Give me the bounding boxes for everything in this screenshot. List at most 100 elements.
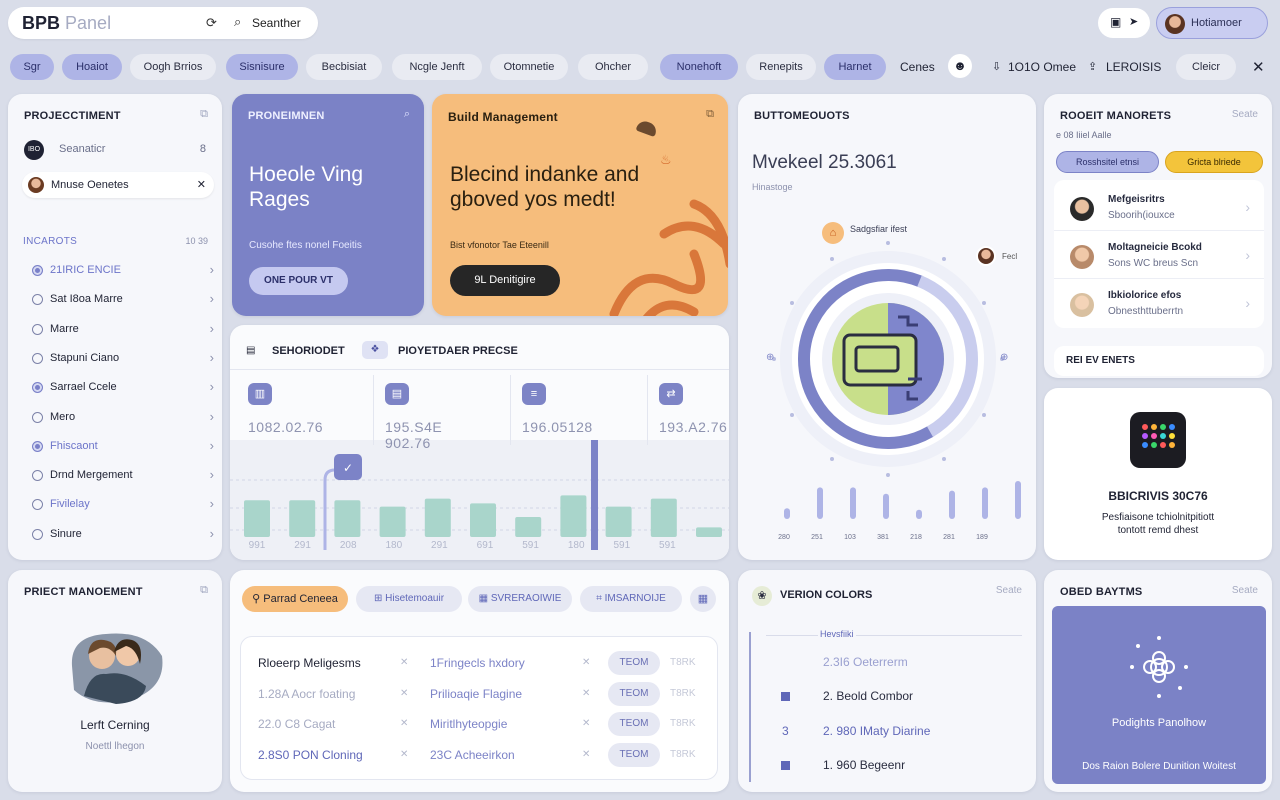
sidebar-item[interactable]: Sat I8oa Marre › bbox=[24, 286, 218, 312]
tab-3[interactable]: Sisnisure bbox=[226, 54, 298, 80]
flame-icon: ♨ bbox=[660, 152, 672, 167]
status-badge[interactable]: TEOM bbox=[608, 742, 660, 767]
tab-2[interactable]: Oogh Brrios bbox=[130, 54, 216, 80]
filter-button-2[interactable]: Gricta blriede bbox=[1165, 151, 1263, 173]
sidebar-item-label: Marre bbox=[50, 322, 79, 335]
list-item[interactable]: Mefgeisritrs Sboorih(iouxce › bbox=[1054, 185, 1264, 231]
ops-label: Podights Panolhow bbox=[1111, 717, 1207, 729]
list-row[interactable]: IBO Seanaticr 8 bbox=[16, 138, 214, 162]
sidebar-item[interactable]: Sarrael Ccele › bbox=[24, 374, 218, 400]
expand-icon[interactable]: ⧉ bbox=[200, 108, 208, 121]
remove-icon[interactable]: ✕ bbox=[582, 651, 590, 675]
toolbar-text-2[interactable]: 1O1O Omee bbox=[1008, 60, 1076, 74]
remove-icon[interactable]: ✕ bbox=[400, 743, 408, 767]
toolbar-text-3[interactable]: LEROISIS bbox=[1106, 60, 1161, 74]
tab-8[interactable]: Nonehoft bbox=[660, 54, 738, 80]
check-icon: ✓ bbox=[343, 461, 353, 475]
remove-icon[interactable]: ✕ bbox=[400, 682, 408, 706]
row-label: Seanaticr bbox=[59, 143, 106, 155]
tab-1[interactable]: Hoaiot bbox=[62, 54, 122, 80]
remove-icon[interactable]: ✕ bbox=[582, 712, 590, 736]
version-item[interactable]: 1. 960 Begeenr bbox=[823, 758, 905, 772]
ops-panel[interactable]: Podights Panolhow Dos Raion Bolere Dunit… bbox=[1052, 606, 1266, 784]
corner-label[interactable]: Seate bbox=[1232, 585, 1258, 596]
chart-bar bbox=[244, 500, 270, 537]
promo-button[interactable]: ONE POUR VT bbox=[249, 267, 348, 295]
filter-chip[interactable]: ⊞ Hisetemoauir bbox=[356, 586, 462, 612]
sidebar-item[interactable]: Sinure › bbox=[24, 521, 218, 547]
remove-icon[interactable]: ✕ bbox=[400, 651, 408, 675]
tab-7[interactable]: Ohcher bbox=[578, 54, 648, 80]
version-item[interactable]: 2. Beold Combor bbox=[823, 689, 913, 703]
filter-chip[interactable]: ⌗ IMSARNOIJE bbox=[580, 586, 682, 612]
filter-chip-active[interactable]: ⚲ Parrad Ceneea bbox=[242, 586, 348, 612]
version-item[interactable]: 2. 980 IMaty Diarine bbox=[823, 724, 930, 738]
status-badge[interactable]: TEOM bbox=[608, 712, 660, 736]
radio-icon bbox=[32, 470, 43, 482]
tab-9[interactable]: Renepits bbox=[746, 54, 816, 80]
table-row[interactable]: 22.0 C8 Cagat ✕ Miritlhyteopgie ✕ TEOM T8RK bbox=[258, 712, 702, 736]
status-badge[interactable]: TEOM bbox=[608, 681, 660, 706]
expand-icon[interactable]: ⧉ bbox=[200, 584, 208, 597]
close-icon[interactable]: ✕ bbox=[1252, 58, 1265, 76]
tab-project[interactable]: PIOYETDAER PRECSE bbox=[398, 345, 518, 357]
list-item[interactable]: Ibkiolorice efos Obnesthttuberrtn › bbox=[1054, 281, 1264, 327]
footer-row[interactable]: REI EV ENETS bbox=[1054, 346, 1264, 376]
tick-label: 291 bbox=[294, 540, 311, 551]
corner-label[interactable]: Seate bbox=[996, 585, 1022, 596]
sidebar-item[interactable]: 21IRIC ENCIE › bbox=[24, 257, 218, 283]
export-icon: ⇪ bbox=[1088, 61, 1098, 73]
download-icon: ⇩ bbox=[992, 61, 1002, 73]
search-bar[interactable]: BPB Panel ⟳ ⌕ Seanther bbox=[8, 7, 318, 39]
expand-icon[interactable]: ⧉ bbox=[706, 108, 714, 121]
remove-icon[interactable]: ✕ bbox=[582, 743, 590, 767]
sidebar-item[interactable]: Fhiscaont › bbox=[24, 433, 218, 459]
tab-6[interactable]: Otomnetie bbox=[490, 54, 568, 80]
toolbar-text-1[interactable]: Cenes bbox=[900, 60, 935, 74]
remove-icon[interactable]: ✕ bbox=[400, 712, 408, 736]
status-badge[interactable]: TEOM bbox=[608, 651, 660, 675]
tab-4[interactable]: Becbisiat bbox=[306, 54, 382, 80]
face-icon[interactable]: ☻ bbox=[948, 54, 972, 78]
chevron-right-icon: › bbox=[209, 262, 214, 277]
sidebar-item[interactable]: Stapuni Ciano › bbox=[24, 345, 218, 371]
tab-0[interactable]: Sgr bbox=[10, 54, 54, 80]
list-item[interactable]: Moltagneicie Bcokd Sons WC breus Scn › bbox=[1054, 233, 1264, 279]
calendar-icon[interactable]: ▤ bbox=[385, 383, 409, 405]
clear-button[interactable]: Cleicr bbox=[1176, 54, 1236, 80]
search-icon[interactable]: ⌕ bbox=[404, 108, 410, 121]
refresh-icon[interactable]: ⟳ bbox=[206, 15, 217, 31]
notify-button[interactable]: ▣ ➤ bbox=[1098, 8, 1150, 38]
table-row[interactable]: Rloeerp Meligesms ✕ 1Fringecls hxdory ✕ TEOM… bbox=[258, 651, 702, 675]
table-row[interactable]: 2.8S0 PON Cloning ✕ 23C Acheeirkon ✕ TEOM T8R… bbox=[258, 742, 702, 767]
remove-icon[interactable]: ✕ bbox=[582, 682, 590, 706]
selected-row[interactable]: Mnuse Oenetes ✕ bbox=[22, 172, 214, 198]
sidebar-item[interactable]: Mero › bbox=[24, 404, 218, 430]
user-menu[interactable]: Hotiamoer bbox=[1156, 7, 1268, 39]
version-item[interactable]: 2.3I6 Oeterrerm bbox=[823, 655, 908, 669]
filter-chip[interactable]: ▦ SVRERAOIWIE bbox=[468, 586, 572, 612]
chart-icon[interactable]: ▥ bbox=[248, 383, 272, 405]
list-icon[interactable]: ≡ bbox=[522, 383, 546, 405]
chevron-right-icon: › bbox=[209, 349, 214, 365]
share-icon[interactable]: ⇄ bbox=[659, 383, 683, 405]
tick-label: 291 bbox=[431, 540, 448, 551]
app-sub: tontott remd dhest bbox=[1117, 525, 1199, 536]
close-icon[interactable]: ✕ bbox=[197, 178, 206, 191]
tab-5[interactable]: Ncgle Jenft bbox=[392, 54, 482, 80]
app-grid-icon[interactable] bbox=[1130, 412, 1186, 468]
tab-overview[interactable]: SEHORIODET bbox=[272, 345, 345, 357]
sidebar-item[interactable]: Marre › bbox=[24, 316, 218, 342]
node-icon: ⊕ bbox=[766, 352, 775, 363]
filter-button-1[interactable]: Rosshsitel etnsi bbox=[1056, 151, 1159, 173]
corner-label[interactable]: Seate bbox=[1232, 109, 1258, 120]
cell-tail: T8RK bbox=[670, 657, 696, 668]
divider bbox=[230, 369, 729, 370]
cell-name: 22.0 C8 Cagat bbox=[258, 717, 336, 731]
tab-10[interactable]: Harnet bbox=[824, 54, 886, 80]
sidebar-item[interactable]: Fivilelay › bbox=[24, 491, 218, 517]
sidebar-item[interactable]: Drnd Mergement › bbox=[24, 462, 218, 488]
table-row[interactable]: 1.28A Aocr foating ✕ Prilioaqie Flagine ✕ TE… bbox=[258, 681, 702, 706]
promo-button[interactable]: 9L Denitigire bbox=[450, 265, 560, 296]
calendar-button[interactable]: ▦ bbox=[690, 586, 716, 612]
